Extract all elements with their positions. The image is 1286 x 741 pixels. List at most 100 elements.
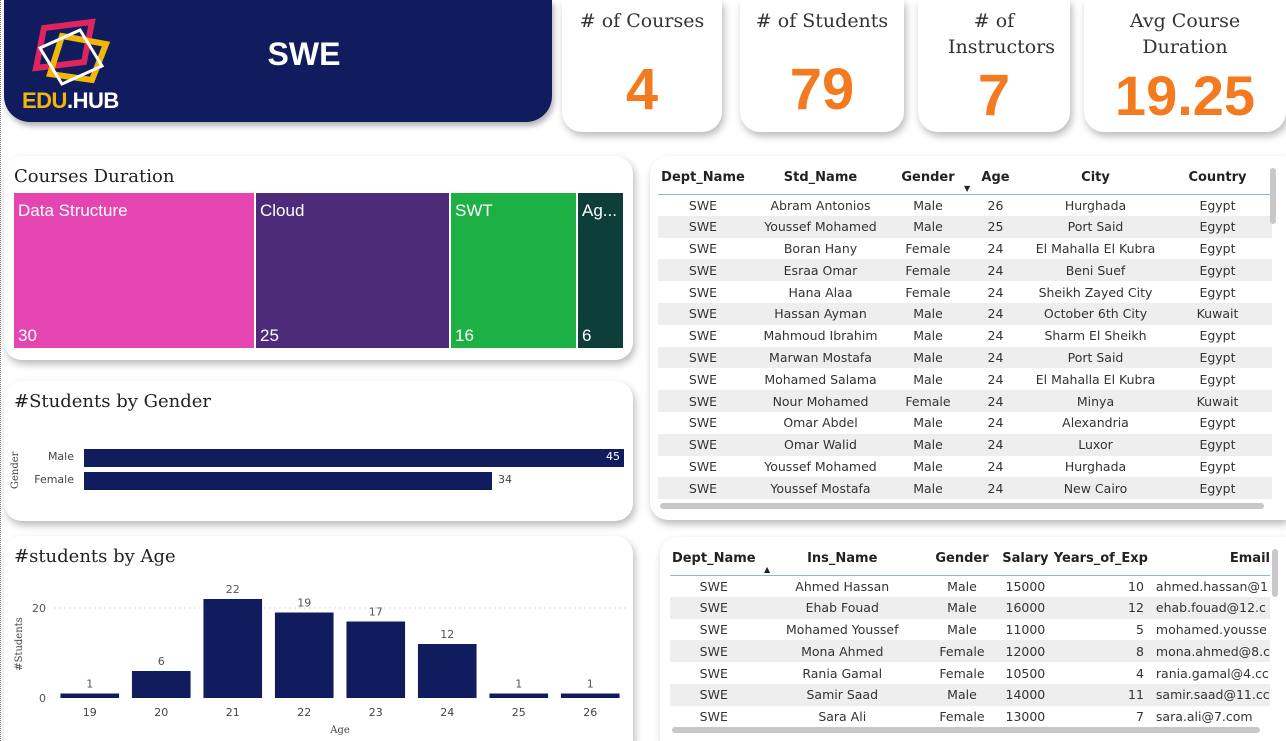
- table-cell: Egypt: [1199, 197, 1236, 213]
- table-row[interactable]: SWE Mahmoud Ibrahim Male 24 Sharm El Sheikh E…: [658, 325, 1272, 347]
- sort-asc-icon[interactable]: ▲: [764, 565, 770, 574]
- column-header[interactable]: Std_Name: [748, 162, 893, 195]
- table-cell: 10: [1128, 578, 1144, 594]
- instructors-table: Dept_Name Ins_Name Gender Salary Years_of_Ex…: [670, 543, 1270, 728]
- page-title: SWE: [267, 36, 341, 72]
- table-cell: Esraa Omar: [748, 259, 893, 282]
- table-cell: Marwan Mostafa: [748, 346, 893, 369]
- treemap-cell-ag[interactable]: Ag... 6: [576, 193, 623, 348]
- instructors-horizontal-scrollbar[interactable]: [672, 727, 1260, 733]
- table-cell: Mohamed Salama: [764, 371, 877, 387]
- table-row[interactable]: SWE Boran Hany Female 24 El Mahalla El Kubra…: [658, 238, 1272, 260]
- x-tick-label: 24: [440, 706, 454, 719]
- age-bar[interactable]: [203, 599, 263, 698]
- treemap-cell-swt[interactable]: SWT 16: [449, 193, 576, 348]
- table-cell: El Mahalla El Kubra: [1035, 240, 1156, 256]
- treemap-cell-cloud[interactable]: Cloud 25: [254, 193, 449, 348]
- table-cell: Male: [893, 346, 963, 369]
- instructors-table-header: Dept_Name Ins_Name Gender Salary Years_of_Ex…: [670, 543, 1270, 576]
- table-cell: 12: [1053, 596, 1148, 619]
- treemap-cell-value: 30: [18, 326, 37, 345]
- table-row[interactable]: SWE Youssef Mostafa Male 24 New Cairo Egypt: [658, 477, 1272, 500]
- column-header[interactable]: Age: [963, 162, 1028, 195]
- table-row[interactable]: SWE Hana Alaa Female 24 Sheikh Zayed City Egy…: [658, 281, 1272, 303]
- table-cell: Rania Gamal: [802, 665, 883, 681]
- treemap-cell-label: Ag...: [582, 201, 617, 220]
- table-row[interactable]: SWE Youssef Mohamed Male 25 Port Said Egypt: [658, 215, 1272, 238]
- age-bar[interactable]: [489, 693, 549, 699]
- column-header[interactable]: Gender: [926, 543, 997, 576]
- sort-desc-icon[interactable]: ▼: [964, 184, 970, 193]
- table-cell: Omar Walid: [748, 433, 893, 456]
- students-horizontal-scrollbar[interactable]: [660, 503, 1264, 509]
- table-row[interactable]: SWE Ehab Fouad Male 16000 12 ehab.fouad@12.c: [670, 596, 1270, 619]
- table-cell: Minya: [1028, 390, 1163, 412]
- table-row[interactable]: SWE Marwan Mostafa Male 24 Port Said Egypt: [658, 346, 1272, 369]
- table-cell: SWE: [658, 215, 748, 238]
- table-cell: SWE: [670, 683, 758, 706]
- table-cell: Sharm El Sheikh: [1044, 328, 1147, 344]
- column-header[interactable]: Dept_Name: [670, 543, 758, 576]
- table-cell: 5: [1135, 621, 1144, 637]
- kpi-label: Avg Course Duration: [1129, 10, 1241, 58]
- column-header[interactable]: Ins_Name: [757, 543, 927, 576]
- table-cell: sara.ali@7.com: [1155, 709, 1253, 725]
- table-cell: 24: [963, 346, 1028, 369]
- table-cell: Male: [913, 458, 943, 474]
- table-row[interactable]: SWE Mona Ahmed Female 12000 8 mona.ahmed@8.c: [670, 640, 1270, 663]
- age-bar[interactable]: [346, 621, 406, 699]
- treemap-cell-data-structure[interactable]: Data Structure 30: [14, 193, 254, 348]
- column-header[interactable]: Email: [1147, 543, 1270, 576]
- table-cell: 24: [963, 477, 1028, 500]
- table-cell: Female: [905, 240, 951, 256]
- age-bar-value: 1: [86, 678, 93, 691]
- table-row[interactable]: SWE Mohamed Salama Male 24 El Mahalla El Kub…: [658, 368, 1272, 390]
- table-row[interactable]: SWE Mohamed Youssef Male 11000 5 mohamed.yous…: [670, 619, 1270, 641]
- table-cell: Port Said: [1028, 215, 1163, 238]
- table-row[interactable]: SWE Youssef Mohamed Male 24 Hurghada Egypt: [658, 456, 1272, 478]
- x-tick-label: 20: [154, 706, 168, 719]
- table-row[interactable]: SWE Omar Abdel Male 24 Alexandria Egypt: [658, 412, 1272, 434]
- table-cell: Egypt: [1199, 284, 1236, 300]
- table-cell: ehab.fouad@12.c: [1147, 596, 1270, 619]
- courses-duration-title: Courses Duration: [14, 166, 175, 187]
- table-row[interactable]: SWE Esraa Omar Female 24 Beni Suef Egypt: [658, 259, 1272, 282]
- age-bar[interactable]: [274, 612, 334, 699]
- table-row[interactable]: SWE Abram Antonios Male 26 Hurghada Egypt: [658, 194, 1272, 216]
- column-header[interactable]: Dept_Name: [658, 162, 748, 195]
- x-tick-label: 25: [512, 706, 526, 719]
- table-row[interactable]: SWE Nour Mohamed Female 24 Minya Kuwait: [658, 390, 1272, 412]
- table-cell: 25: [963, 215, 1028, 238]
- students-vertical-scrollbar[interactable]: [1270, 168, 1276, 224]
- instructors-vertical-scrollbar[interactable]: [1272, 549, 1278, 597]
- table-row[interactable]: SWE Sara Ali Female 13000 7 sara.ali@7.com: [670, 706, 1270, 728]
- gender-bar-female[interactable]: [84, 472, 492, 490]
- kpi-value: 19.25: [1114, 64, 1256, 127]
- age-bar[interactable]: [560, 693, 620, 699]
- table-cell: 15000: [1005, 578, 1046, 594]
- gender-bar-male[interactable]: [84, 449, 624, 467]
- age-bar-value: 17: [369, 606, 383, 619]
- column-header[interactable]: City: [1028, 162, 1163, 195]
- age-bar[interactable]: [417, 644, 477, 698]
- table-row[interactable]: SWE Samir Saad Male 14000 11 samir.saad@11.cc: [670, 683, 1270, 706]
- column-header[interactable]: Salary: [997, 543, 1054, 576]
- table-row[interactable]: SWE Rania Gamal Female 10500 4 rania.gamal@4.…: [670, 662, 1270, 684]
- age-bar-value: 12: [440, 628, 454, 641]
- age-bar[interactable]: [131, 671, 191, 698]
- age-bar-chart: 0 20 1 19 6 20 22 21 19 22 17 23 12 24 1 25 1 26 Age #Stude…: [14, 583, 626, 736]
- column-header[interactable]: Gender: [893, 162, 963, 195]
- table-row[interactable]: SWE Ahmed Hassan Male 15000 10 ahmed.hassan@1: [670, 575, 1270, 597]
- table-cell: SWE: [658, 302, 748, 325]
- y-tick-label: 20: [32, 602, 46, 615]
- treemap-cell-label: Cloud: [260, 201, 305, 220]
- age-bar[interactable]: [60, 693, 120, 699]
- table-row[interactable]: SWE Omar Walid Male 24 Luxor Egypt: [658, 433, 1272, 456]
- column-header[interactable]: Years_of_Exp: [1053, 543, 1148, 576]
- table-row[interactable]: SWE Hassan Ayman Male 24 October 6th City Kuw…: [658, 302, 1272, 325]
- table-cell: Hurghada: [1064, 197, 1127, 213]
- table-cell: 16000: [997, 596, 1054, 619]
- table-cell: SWE: [658, 433, 748, 456]
- table-cell: SWE: [699, 665, 728, 681]
- column-header[interactable]: Country: [1163, 162, 1272, 195]
